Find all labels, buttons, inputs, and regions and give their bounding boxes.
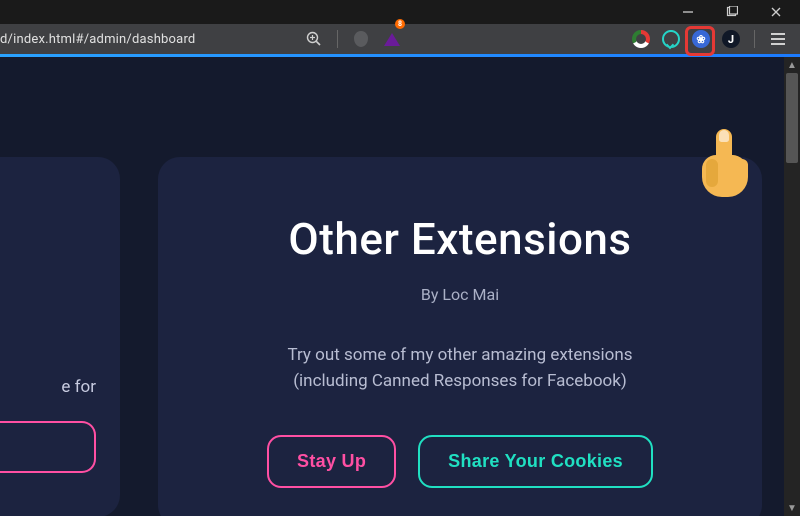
maximize-icon [726,6,738,18]
magnifier-plus-icon [306,31,322,47]
toolbar-divider-2 [754,30,755,48]
hand-nail-icon [719,130,729,142]
window-minimize-button[interactable] [668,0,708,24]
j-icon: J [722,30,740,48]
window-close-button[interactable] [756,0,796,24]
browser-menu-button[interactable] [768,29,788,49]
extension-1-button[interactable] [631,29,651,49]
hand-shadow-icon [706,159,718,187]
browser-toolbar: d/index.html#/admin/dashboard 8 [0,24,800,54]
tutorial-pointer-hand [696,129,754,207]
window-maximize-button[interactable] [712,0,752,24]
vertical-scrollbar[interactable]: ▲ ▼ [784,57,800,516]
card-title: Other Extensions [208,213,712,265]
triangle-icon: 8 [384,33,400,46]
left-card-button-fragment[interactable] [0,421,96,473]
tricolor-circle-icon [632,30,650,48]
zoom-button[interactable] [304,29,324,49]
tutorial-highlight-box [685,26,715,56]
toolbar-right-group: 8 ❀ J [304,29,792,49]
messenger-icon [662,30,680,48]
share-cookies-button[interactable]: Share Your Cookies [418,435,653,488]
hamburger-icon [771,33,785,45]
other-extensions-card: Other Extensions By Loc Mai Try out some… [158,157,762,516]
messenger-extension-button[interactable] [661,29,681,49]
address-bar-url[interactable]: d/index.html#/admin/dashboard [0,32,195,47]
minimize-icon [682,6,694,18]
card-button-row: Stay Up Share Your Cookies [208,435,712,488]
page-content: e for Other Extensions By Loc Mai Try ou… [0,57,800,516]
hand-knuckle2-icon [736,159,748,177]
card-subtitle: By Loc Mai [208,285,712,304]
left-card-text-fragment: e for [0,377,96,397]
j-extension-button[interactable]: J [721,29,741,49]
left-card-partial: e for [0,157,120,516]
browser-window: d/index.html#/admin/dashboard 8 [0,0,800,516]
highlighted-extension-button[interactable]: ❀ [691,29,711,49]
card-description-line2: (including Canned Responses for Facebook… [293,371,627,391]
stay-up-button[interactable]: Stay Up [267,435,396,488]
card-description: Try out some of my other amazing extensi… [208,342,712,395]
scrollbar-up-arrow-icon[interactable]: ▲ [784,57,800,73]
brave-shields-button[interactable] [351,29,371,49]
scrollbar-thumb[interactable] [786,73,798,163]
rewards-badge: 8 [395,19,405,29]
shield-icon [352,29,370,49]
scrollbar-down-arrow-icon[interactable]: ▼ [784,500,800,516]
card-description-line1: Try out some of my other amazing extensi… [287,345,632,365]
toolbar-divider [337,30,338,48]
close-icon [770,6,782,18]
brave-rewards-button[interactable]: 8 [381,29,403,49]
